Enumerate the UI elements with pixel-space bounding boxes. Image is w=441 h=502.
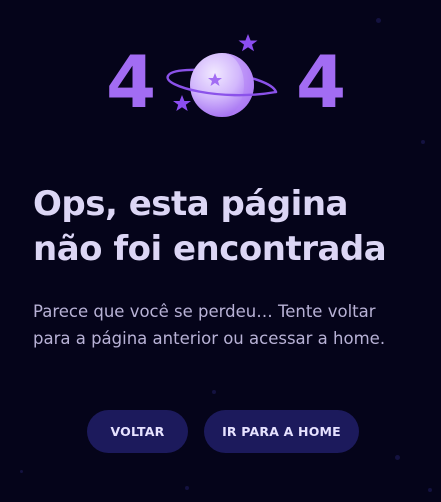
error-digit-left: 4 — [106, 40, 157, 124]
go-home-button[interactable]: IR PARA A HOME — [204, 410, 359, 453]
background-dot — [185, 486, 189, 490]
background-dot — [428, 488, 432, 492]
page-title: Ops, esta página não foi encontrada — [33, 182, 413, 272]
title-line-2: não foi encontrada — [33, 229, 387, 269]
background-dot — [395, 455, 400, 460]
description-line-1: Parece que você se perdeu… Tente voltar — [33, 302, 376, 321]
error-digit-right: 4 — [296, 40, 347, 124]
background-dot — [212, 390, 216, 394]
back-button[interactable]: VOLTAR — [87, 410, 188, 453]
background-dot — [421, 140, 425, 144]
planet-icon — [166, 34, 278, 117]
description-line-2: para a página anterior ou acessar a home… — [33, 329, 386, 348]
page-description: Parece que você se perdeu… Tente voltar … — [33, 298, 423, 352]
background-dot — [20, 470, 23, 473]
background-dot — [376, 18, 381, 23]
error-404-illustration: 4 4 — [0, 28, 441, 128]
title-line-1: Ops, esta página — [33, 184, 348, 224]
error-page: 4 4 Ops, esta página não foi encontrada … — [0, 0, 441, 502]
